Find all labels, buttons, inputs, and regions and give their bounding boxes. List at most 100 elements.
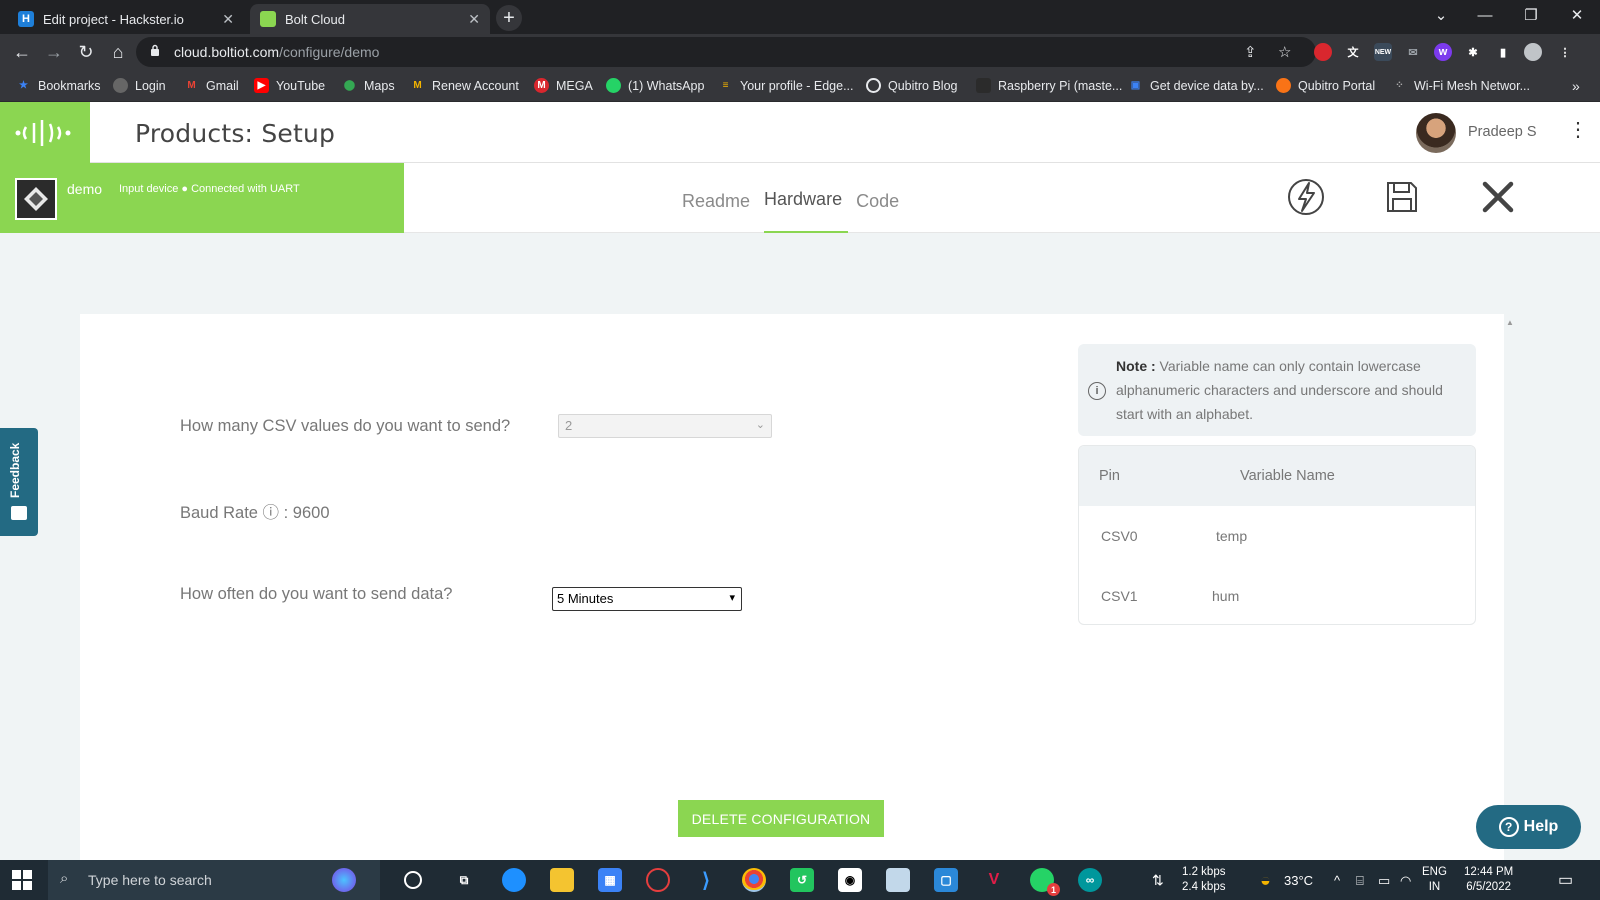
minimize-icon[interactable]: — <box>1462 0 1508 30</box>
bookmark-item[interactable]: ★ Bookmarks <box>16 78 101 93</box>
reload-icon[interactable]: ↻ <box>74 40 98 64</box>
vivaldi-icon[interactable]: V <box>982 868 1006 892</box>
tab-readme[interactable]: Readme <box>682 163 756 233</box>
temperature[interactable]: 33°C <box>1284 860 1313 900</box>
tab-code[interactable]: Code <box>856 163 905 233</box>
user-name[interactable]: Pradeep S <box>1468 124 1537 140</box>
snipping-tool-icon[interactable] <box>886 868 910 892</box>
battery-icon[interactable]: ▭ <box>1378 860 1390 900</box>
close-tab-icon[interactable]: ✕ <box>468 11 480 28</box>
mail-extension-icon[interactable]: ✉ <box>1404 43 1422 61</box>
tab-bolt-cloud[interactable]: Bolt Cloud ✕ <box>250 4 490 34</box>
close-tab-icon[interactable]: ✕ <box>222 11 234 28</box>
chrome-icon[interactable] <box>742 868 766 892</box>
home-icon[interactable]: ⌂ <box>106 40 130 64</box>
chrome-menu-icon[interactable]: ⋮ <box>1556 43 1574 61</box>
baud-rate-label: Baud Rate ⓘ : 9600 <box>180 504 330 522</box>
device-diamond-icon <box>24 187 48 211</box>
notifications-icon[interactable]: ▭ <box>1558 860 1573 900</box>
bookmark-item[interactable]: M Renew Account <box>410 78 519 93</box>
restore-icon[interactable]: ❐ <box>1508 0 1554 30</box>
tray-chevron-icon[interactable]: ^ <box>1334 860 1340 900</box>
weather-sun-icon[interactable]: ◒ <box>1260 860 1271 900</box>
tab-hardware[interactable]: Hardware <box>764 163 849 233</box>
translate-extension-icon[interactable]: 文 <box>1344 43 1362 61</box>
forward-icon[interactable]: → <box>42 40 66 64</box>
bookmark-item[interactable]: Qubitro Blog <box>866 78 957 93</box>
tray-device-icon[interactable]: ⌸ <box>1356 860 1364 900</box>
feedback-tab[interactable]: Feedback <box>0 428 38 536</box>
edge-browser-icon[interactable] <box>502 868 526 892</box>
whatsapp-taskbar-icon[interactable]: 1 <box>1030 868 1060 896</box>
clock[interactable]: 12:44 PM 6/5/2022 <box>1464 860 1513 900</box>
frequency-select[interactable]: 5 Minutes ▾ <box>552 587 742 611</box>
task-view-icon[interactable]: ⧉ <box>452 868 476 892</box>
help-label: Help <box>1523 818 1559 835</box>
bolt-logo-icon[interactable] <box>0 102 90 163</box>
language-indicator[interactable]: ENG IN <box>1422 860 1447 900</box>
window-close-icon[interactable]: ✕ <box>1554 0 1600 30</box>
extensions-puzzle-icon[interactable]: ✱ <box>1464 43 1482 61</box>
address-bar[interactable]: cloud.boltiot.com/configure/demo ⇪ ☆ <box>136 37 1316 67</box>
close-icon[interactable] <box>1476 175 1520 219</box>
vscode-icon[interactable]: ⟩ <box>694 868 718 892</box>
bookmark-label: Bookmarks <box>38 78 101 93</box>
scroll-up-icon[interactable]: ▲ <box>1506 318 1514 327</box>
search-highlight-icon[interactable] <box>332 868 356 892</box>
red-app-icon[interactable] <box>646 868 670 892</box>
csv-count-select[interactable]: 2 ⌄ <box>558 414 772 438</box>
bookmark-item[interactable]: ▶ YouTube <box>254 78 325 93</box>
bookmark-item[interactable]: Login <box>113 78 166 93</box>
edge-profile-icon: ≡ <box>722 80 729 91</box>
avatar[interactable] <box>1416 113 1456 153</box>
meet-app-icon[interactable]: ▢ <box>934 868 958 892</box>
taskbar-search-input[interactable]: ⌕ Type here to search <box>48 860 380 900</box>
new-tab-button[interactable]: + <box>496 5 522 31</box>
wifi-icon[interactable]: ◠ <box>1400 860 1411 900</box>
browser-tab-bar: H Edit project - Hackster.io ✕ Bolt Clou… <box>0 0 1600 34</box>
deploy-bolt-icon[interactable] <box>1284 175 1328 219</box>
green-app-icon[interactable]: ↺ <box>790 868 814 892</box>
more-bookmarks-icon[interactable]: » <box>1572 78 1580 94</box>
arduino-icon[interactable]: ∞ <box>1078 868 1102 892</box>
bookmark-label: (1) WhatsApp <box>628 78 705 93</box>
variable-cell[interactable]: hum <box>1212 588 1239 604</box>
bookmark-item[interactable]: M Gmail <box>184 78 238 93</box>
whatsapp-icon <box>606 78 621 93</box>
extension-red-icon[interactable] <box>1314 43 1332 61</box>
purple-extension-icon[interactable]: w <box>1434 43 1452 61</box>
variable-cell[interactable]: temp <box>1216 528 1247 544</box>
bookmark-item[interactable]: ⁘ Wi-Fi Mesh Networ... <box>1392 78 1530 93</box>
save-icon[interactable] <box>1380 175 1424 219</box>
book-icon: ▣ <box>1130 80 1141 91</box>
tab-title: Bolt Cloud <box>285 11 345 27</box>
bookmark-item[interactable]: Qubitro Portal <box>1276 78 1375 93</box>
device-icon <box>15 178 57 220</box>
bookmark-item[interactable]: Raspberry Pi (maste... <box>976 78 1122 93</box>
help-button[interactable]: ? Help <box>1476 805 1581 849</box>
chevron-down-icon: ▾ <box>729 592 735 604</box>
windows-start-icon[interactable] <box>12 870 32 890</box>
camera-app-icon[interactable]: ◉ <box>838 868 862 892</box>
bookmark-star-icon[interactable]: ☆ <box>1278 43 1291 61</box>
store-icon[interactable]: ▦ <box>598 868 622 892</box>
file-explorer-icon[interactable] <box>550 868 574 892</box>
delete-configuration-button[interactable]: DELETE CONFIGURATION <box>678 800 884 837</box>
tab-hackster[interactable]: H Edit project - Hackster.io ✕ <box>8 4 244 34</box>
bookmark-item[interactable]: ⬤ Maps <box>342 78 395 93</box>
new-extension-icon[interactable]: NEW <box>1374 43 1392 61</box>
bolt-wave-logo <box>15 119 71 146</box>
device-status: Input device ● Connected with UART <box>119 183 300 195</box>
side-panel-icon[interactable]: ▮ <box>1494 43 1512 61</box>
share-icon[interactable]: ⇪ <box>1244 43 1257 61</box>
bookmark-item[interactable]: ▣ Get device data by... <box>1128 78 1264 93</box>
bookmark-item[interactable]: ≡ Your profile - Edge... <box>718 78 854 93</box>
feedback-label: Feedback <box>8 442 22 498</box>
bookmark-item[interactable]: M MEGA <box>534 78 593 93</box>
profile-avatar-icon[interactable] <box>1524 43 1542 61</box>
cortana-icon[interactable] <box>404 871 422 889</box>
bookmark-item[interactable]: (1) WhatsApp <box>606 78 704 93</box>
more-options-icon[interactable]: ⋮ <box>1568 120 1588 140</box>
back-icon[interactable]: ← <box>10 40 34 64</box>
tab-search-chevron-icon[interactable]: ⌄ <box>1418 0 1464 30</box>
